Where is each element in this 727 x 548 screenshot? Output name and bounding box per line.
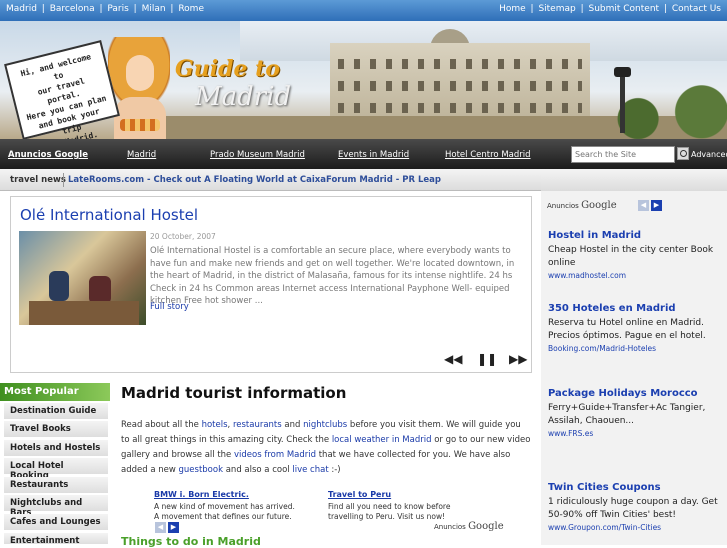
ad-title[interactable]: Travel to Peru	[328, 490, 488, 499]
hotels-link[interactable]: hotels	[202, 420, 228, 430]
next-icon[interactable]: ▶▶	[509, 352, 527, 366]
featured-story: Olé International Hostel 20 October, 200…	[10, 196, 532, 373]
city-link-milan[interactable]: Milan	[142, 4, 166, 14]
ads-by-google-label: Anuncios Google	[547, 200, 617, 211]
submit-content-link[interactable]: Submit Content	[588, 4, 659, 14]
top-bar: Madrid | Barcelona | Paris | Milan | Rom…	[0, 0, 727, 21]
right-column-top-strip	[541, 169, 727, 191]
featured-body: Olé International Hostel is a comfortabl…	[150, 246, 515, 306]
news-headline-link[interactable]: LateRooms.com - Check out A Floating Wor…	[68, 175, 441, 185]
ad-title[interactable]: Hostel in Madrid	[548, 230, 718, 241]
ad-url[interactable]: www.madhostel.com	[548, 271, 718, 280]
main-nav: Anuncios Google Madrid Prado Museum Madr…	[0, 139, 727, 169]
pause-icon[interactable]: ❚❚	[477, 352, 497, 366]
featured-date: 20 October, 2007	[150, 232, 216, 241]
ad-url[interactable]: www.FRS.es	[548, 429, 718, 438]
sidebar-item-cafes-lounges[interactable]: Cafes and Lounges	[4, 514, 108, 531]
welcome-sign: Hi, and welcome to our travel portal. He…	[4, 40, 120, 139]
site-logo[interactable]: Guide to Madrid	[175, 56, 305, 126]
sidebar-item-entertainment[interactable]: Entertainment	[4, 533, 108, 546]
ad-body: Ferry+Guide+Transfer+Ac Tangier, Assilah…	[548, 403, 706, 426]
home-link[interactable]: Home	[499, 4, 526, 14]
videos-link[interactable]: videos from Madrid	[234, 450, 316, 460]
restaurants-link[interactable]: restaurants	[233, 420, 282, 430]
ad-body: Cheap Hostel in the city center Book onl…	[548, 245, 714, 268]
ad-title[interactable]: Package Holidays Morocco	[548, 388, 718, 399]
ad-body: Reserva tu Hotel online en Madrid. Preci…	[548, 318, 706, 341]
nav-madrid[interactable]: Madrid	[127, 150, 156, 160]
logo-text-bottom: Madrid	[195, 82, 292, 112]
inline-ad-next-icon[interactable]: ▶	[168, 522, 179, 533]
news-ticker: travel news LateRooms.com - Check out A …	[0, 169, 541, 191]
news-label: travel news	[10, 175, 66, 185]
street-lamp-image	[614, 67, 631, 133]
right-ad-2[interactable]: 350 Hoteles en Madrid Reserva tu Hotel o…	[548, 303, 718, 353]
full-story-link[interactable]: Full story	[150, 302, 189, 312]
inline-ads-by-google-label: Anuncios Google	[434, 521, 504, 532]
sidebar-item-hotels-hostels[interactable]: Hotels and Hostels	[4, 440, 108, 457]
ad-url[interactable]: Booking.com/Madrid-Hoteles	[548, 344, 718, 353]
search-icon[interactable]	[677, 147, 689, 160]
city-link-madrid[interactable]: Madrid	[6, 4, 37, 14]
sidebar-item-local-hotel-booking[interactable]: Local Hotel Booking	[4, 458, 108, 481]
sitemap-link[interactable]: Sitemap	[538, 4, 575, 14]
ad-prev-arrow-icon[interactable]: ◀	[638, 200, 649, 211]
header-banner: Hi, and welcome to our travel portal. He…	[0, 21, 727, 139]
city-link-rome[interactable]: Rome	[178, 4, 204, 14]
sidebar-item-restaurants[interactable]: Restaurants	[4, 477, 108, 494]
featured-title[interactable]: Olé International Hostel	[20, 206, 198, 224]
intro-paragraph: Read about all the hotels, restaurants a…	[121, 420, 531, 475]
ad-title[interactable]: 350 Hoteles en Madrid	[548, 303, 718, 314]
mascot-girl-image	[108, 37, 170, 139]
most-popular-sidebar: Most Popular Destination Guide Travel Bo…	[0, 383, 110, 546]
contact-us-link[interactable]: Contact Us	[672, 4, 721, 14]
inline-ad-2[interactable]: Travel to Peru Find all you need to know…	[328, 490, 488, 522]
ad-body: Find all you need to know before travell…	[328, 502, 451, 521]
search-input[interactable]	[571, 146, 675, 163]
featured-image[interactable]	[19, 231, 146, 325]
nav-anuncios-google[interactable]: Anuncios Google	[8, 150, 88, 160]
advanced-search-link[interactable]: Advanced	[691, 150, 727, 159]
right-ad-4[interactable]: Twin Cities Coupons 1 ridiculously huge …	[548, 482, 718, 532]
city-link-paris[interactable]: Paris	[107, 4, 128, 14]
ad-body: 1 ridiculously huge coupon a day. Get 50…	[548, 497, 718, 520]
sidebar-item-travel-books[interactable]: Travel Books	[4, 421, 108, 438]
news-divider	[63, 173, 64, 187]
sidebar-item-destination-guide[interactable]: Destination Guide	[4, 403, 108, 420]
city-link-barcelona[interactable]: Barcelona	[50, 4, 95, 14]
weather-link[interactable]: local weather in Madrid	[332, 435, 432, 445]
inline-ad-prev-icon[interactable]: ◀	[155, 522, 166, 533]
inline-ad-1[interactable]: BMW i. Born Electric. A new kind of move…	[154, 490, 299, 522]
logo-text-top: Guide to	[175, 56, 281, 82]
city-links: Madrid | Barcelona | Paris | Milan | Rom…	[6, 4, 204, 14]
ad-next-arrow-icon[interactable]: ▶	[651, 200, 662, 211]
guestbook-link[interactable]: guestbook	[179, 465, 224, 475]
nav-events[interactable]: Events in Madrid	[338, 150, 409, 160]
right-ad-3[interactable]: Package Holidays Morocco Ferry+Guide+Tra…	[548, 388, 718, 438]
nightclubs-link[interactable]: nightclubs	[303, 420, 347, 430]
ad-body: A new kind of movement has arrived. A mo…	[154, 502, 295, 521]
ad-title[interactable]: Twin Cities Coupons	[548, 482, 718, 493]
nav-prado-museum[interactable]: Prado Museum Madrid	[210, 150, 305, 160]
utility-links: Home | Sitemap | Submit Content | Contac…	[499, 4, 721, 14]
things-to-do-heading: Things to do in Madrid	[121, 535, 261, 548]
ad-title[interactable]: BMW i. Born Electric.	[154, 490, 299, 499]
live-chat-link[interactable]: live chat	[292, 465, 328, 475]
ad-url[interactable]: www.Groupon.com/Twin-Cities	[548, 523, 718, 532]
right-ad-1[interactable]: Hostel in Madrid Cheap Hostel in the cit…	[548, 230, 718, 280]
previous-icon[interactable]: ◀◀	[444, 352, 462, 366]
sidebar-item-nightclubs-bars[interactable]: Nightclubs and Bars	[4, 495, 108, 518]
page-title: Madrid tourist information	[121, 384, 347, 402]
most-popular-heading: Most Popular	[0, 383, 110, 401]
nav-hotel-centro[interactable]: Hotel Centro Madrid	[445, 150, 531, 160]
